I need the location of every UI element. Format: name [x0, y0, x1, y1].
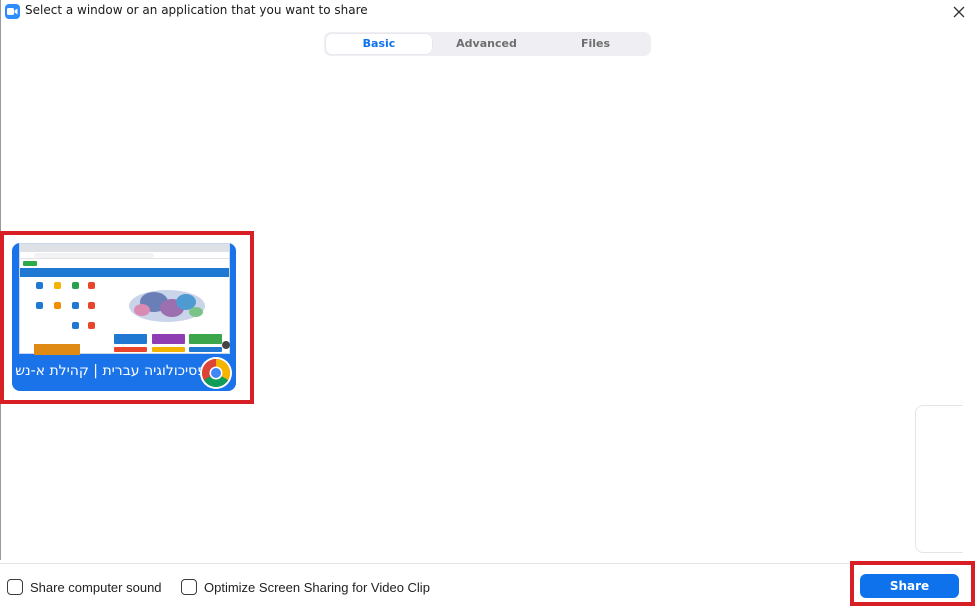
close-icon[interactable] — [949, 2, 969, 22]
share-window-chrome[interactable]: פסיכולוגיה עברית | קהילת א-נשי ... — [12, 243, 236, 391]
share-sound-label: Share computer sound — [30, 579, 162, 595]
window-border — [0, 0, 1, 560]
optimize-video-checkbox[interactable] — [181, 579, 197, 595]
window-title: Select a window or an application that y… — [25, 3, 368, 17]
share-sound-checkbox[interactable] — [7, 579, 23, 595]
tab-basic[interactable]: Basic — [326, 34, 432, 54]
share-sound-option[interactable]: Share computer sound — [7, 578, 162, 596]
share-item-caption: פסיכולוגיה עברית | קהילת א-נשי ... — [16, 363, 206, 379]
share-button[interactable]: Share — [860, 574, 959, 598]
window-thumbnail — [19, 243, 230, 355]
optimize-video-label: Optimize Screen Sharing for Video Clip — [204, 579, 430, 595]
tab-advanced[interactable]: Advanced — [434, 32, 539, 56]
side-panel — [915, 405, 963, 553]
chrome-icon — [200, 357, 232, 389]
tab-files[interactable]: Files — [542, 32, 649, 56]
zoom-camera-icon — [5, 4, 20, 19]
bottom-bar: Share computer sound Optimize Screen Sha… — [0, 563, 975, 606]
optimize-video-option[interactable]: Optimize Screen Sharing for Video Clip — [181, 578, 430, 596]
share-mode-tabs: Basic Advanced Files — [324, 32, 651, 56]
title-bar: Select a window or an application that y… — [0, 0, 975, 24]
